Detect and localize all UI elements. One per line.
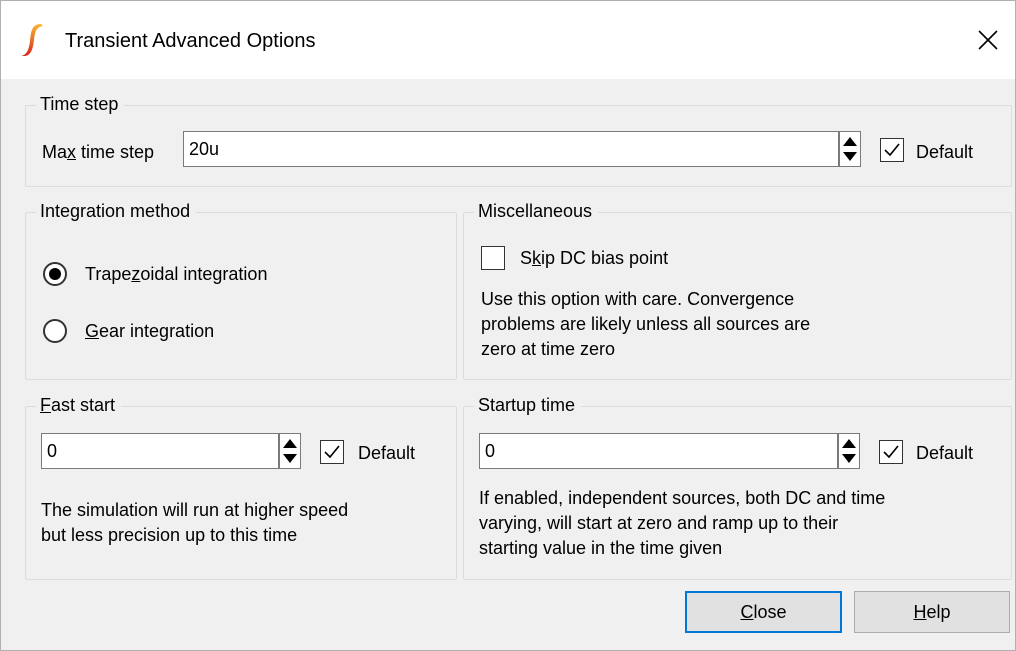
skip-dc-bias-label[interactable]: Skip DC bias point — [520, 248, 668, 269]
misc-description-line: Use this option with care. Convergence — [481, 289, 795, 309]
fast-start-group: Fast start 0 Default The simulation will… — [25, 395, 457, 580]
startup-time-description-line: starting value in the time given — [479, 538, 723, 558]
startup-time-description-line: varying, will start at zero and ramp up … — [479, 513, 839, 533]
group-title-miscellaneous: Miscellaneous — [474, 201, 599, 222]
startup-time-description: If enabled, independent sources, both DC… — [479, 486, 885, 561]
help-button[interactable]: Help — [854, 591, 1010, 633]
group-title-startup-time: Startup time — [474, 395, 582, 416]
misc-description-line: zero at time zero — [481, 339, 616, 359]
miscellaneous-group: Miscellaneous Skip DC bias point Use thi… — [463, 201, 1012, 380]
fast-start-description: The simulation will run at higher speed … — [41, 498, 348, 548]
misc-description-line: problems are likely unless all sources a… — [481, 314, 811, 334]
fast-start-default-checkbox[interactable] — [320, 440, 344, 464]
misc-description: Use this option with care. Convergence p… — [481, 287, 810, 362]
fast-start-input[interactable]: 0 — [41, 433, 279, 469]
fast-start-description-line: The simulation will run at higher speed — [41, 500, 349, 520]
startup-time-description-line: If enabled, independent sources, both DC… — [479, 488, 886, 508]
startup-time-group: Startup time 0 Default If enabled, indep… — [463, 395, 1012, 580]
max-time-step-spinner[interactable] — [839, 131, 861, 167]
gear-label[interactable]: Gear integration — [85, 321, 214, 342]
max-time-step-default-checkbox[interactable] — [880, 138, 904, 162]
time-step-group: Time step Max time step 20u Default — [25, 94, 1012, 187]
window-title: Transient Advanced Options — [65, 30, 316, 52]
gear-radio[interactable] — [43, 319, 67, 343]
startup-time-default-label: Default — [916, 443, 974, 463]
fast-start-description-line: but less precision up to this time — [41, 525, 298, 545]
trapezoidal-radio[interactable] — [43, 262, 67, 286]
close-button[interactable]: Close — [685, 591, 842, 633]
group-title-integration: Integration method — [36, 201, 197, 222]
startup-time-default-checkbox[interactable] — [879, 440, 903, 464]
group-title-time-step: Time step — [36, 94, 125, 115]
dialog-window: Transient Advanced Options Time step Max… — [0, 0, 1016, 651]
title-bar: Transient Advanced Options — [1, 1, 1015, 79]
checkmark-icon — [884, 143, 900, 157]
checkmark-icon — [324, 445, 340, 459]
startup-time-spinner[interactable] — [838, 433, 860, 469]
close-icon[interactable] — [975, 27, 1001, 53]
fast-start-spinner[interactable] — [279, 433, 301, 469]
fast-start-default-label: Default — [358, 443, 416, 463]
simetrix-logo-icon — [21, 24, 43, 56]
trapezoidal-label[interactable]: Trapezoidal integration — [85, 264, 267, 285]
startup-time-input[interactable]: 0 — [479, 433, 838, 469]
max-time-step-default-label: Default — [916, 142, 974, 162]
max-time-step-input[interactable]: 20u — [183, 131, 839, 167]
max-time-step-label: Max time step — [42, 142, 155, 162]
checkmark-icon — [883, 445, 899, 459]
skip-dc-bias-checkbox[interactable] — [481, 246, 505, 270]
integration-method-group: Integration method Trapezoidal integrati… — [25, 201, 457, 380]
group-title-fast-start: Fast start — [36, 395, 122, 416]
